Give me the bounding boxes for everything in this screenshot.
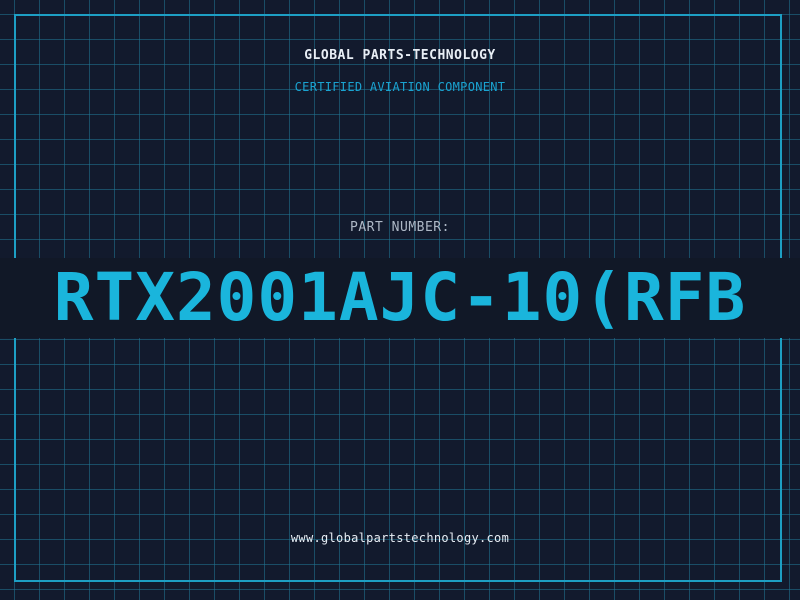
company-name: GLOBAL PARTS-TECHNOLOGY xyxy=(304,48,496,63)
certification-subtitle: CERTIFIED AVIATION COMPONENT xyxy=(294,80,506,94)
part-number-label: PART NUMBER: xyxy=(350,220,450,235)
website-link[interactable]: www.globalpartstechnology.com xyxy=(0,531,800,545)
part-number-value: RTX2001AJC-10(RFB xyxy=(53,259,747,336)
part-label-card: GLOBAL PARTS-TECHNOLOGY CERTIFIED AVIATI… xyxy=(0,0,800,600)
